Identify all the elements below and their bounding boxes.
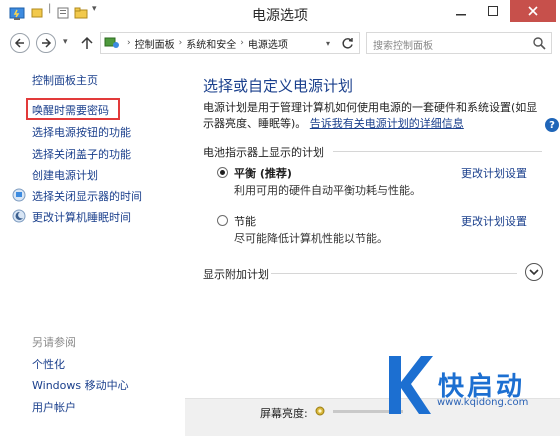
expand-button[interactable]: [525, 263, 543, 281]
control-panel-icon: [104, 37, 119, 48]
plan-power-saver-radio[interactable]: [217, 215, 228, 226]
help-icon[interactable]: ?: [545, 118, 559, 132]
recent-locations-icon[interactable]: ▾: [63, 37, 68, 47]
close-icon: [528, 6, 538, 16]
maximize-icon: [488, 6, 498, 16]
sidebar-item-create-plan[interactable]: 创建电源计划: [32, 167, 98, 183]
breadcrumb-separator-icon: ›: [127, 38, 131, 48]
sidebar-item-lid-close[interactable]: 选择关闭盖子的功能: [32, 146, 131, 162]
plan-balanced-radio[interactable]: [217, 167, 228, 178]
breadcrumb-power-options[interactable]: 电源选项: [248, 36, 288, 51]
chevron-down-icon: [529, 269, 539, 276]
see-also-user-accounts[interactable]: 用户帐户: [32, 399, 76, 415]
maximize-button[interactable]: [478, 0, 508, 22]
plan-power-saver-desc: 尽可能降低计算机性能以节能。: [234, 232, 388, 245]
page-title: 选择或自定义电源计划: [203, 77, 354, 95]
learn-more-link[interactable]: 告诉我有关电源计划的详细信息: [310, 117, 464, 130]
highlight-box: [26, 98, 120, 120]
breadcrumb-separator-icon: ›: [178, 38, 183, 48]
section-divider: [333, 151, 542, 152]
see-also-personalization[interactable]: 个性化: [32, 356, 65, 372]
address-bar[interactable]: › 控制面板 › 系统和安全 › 电源选项: [100, 32, 360, 54]
sidebar-item-display-off[interactable]: 选择关闭显示器的时间: [32, 188, 142, 204]
plan-balanced-name[interactable]: 平衡 (推荐): [234, 165, 292, 181]
plan-power-saver-name[interactable]: 节能: [234, 213, 256, 229]
control-panel-home-link[interactable]: 控制面板主页: [32, 72, 98, 88]
search-icon[interactable]: [532, 36, 546, 50]
see-also-heading: 另请参阅: [32, 336, 76, 349]
breadcrumb-control-panel[interactable]: 控制面板: [135, 36, 175, 51]
navigation-bar: ▾ › 控制面板 › 系统和安全 › 电源选项 ▾ 搜索控制面板: [0, 28, 560, 58]
watermark-url: www.kqidong.com: [437, 397, 529, 408]
forward-button[interactable]: [36, 33, 56, 53]
breadcrumb-separator-icon: ›: [240, 38, 244, 48]
title-bar: | ▾ 电源选项: [0, 0, 560, 28]
watermark-logo-icon: [389, 356, 433, 414]
arrow-left-icon: [14, 38, 24, 48]
window-title: 电源选项: [252, 8, 308, 24]
plan-balanced-desc: 利用可用的硬件自动平衡功耗与性能。: [234, 184, 421, 197]
monitor-icon: [12, 188, 26, 202]
sidebar-item-sleep-time[interactable]: 更改计算机睡眠时间: [32, 209, 131, 225]
sidebar-item-power-button[interactable]: 选择电源按钮的功能: [32, 124, 131, 140]
address-dropdown-icon[interactable]: ▾: [326, 39, 330, 48]
arrow-right-icon: [42, 38, 52, 48]
sun-icon: [315, 406, 325, 416]
brightness-label: 屏幕亮度:: [260, 407, 308, 420]
search-input[interactable]: 搜索控制面板: [366, 32, 552, 54]
plans-section-label: 电池指示器上显示的计划: [203, 146, 324, 159]
plan-balanced-change-link[interactable]: 更改计划设置: [461, 165, 527, 181]
refresh-button[interactable]: [338, 34, 356, 52]
close-button[interactable]: [510, 0, 556, 22]
up-arrow-icon[interactable]: [80, 36, 94, 50]
back-button[interactable]: [10, 33, 30, 53]
additional-divider: [271, 273, 517, 274]
search-placeholder: 搜索控制面板: [373, 41, 433, 52]
minimize-button[interactable]: [446, 0, 476, 22]
refresh-icon: [341, 37, 353, 48]
page-description: 电源计划是用于管理计算机如何使用电源的一套硬件和系统设置(如显示器亮度、睡眠等)…: [203, 100, 543, 132]
see-also-mobility-center[interactable]: Windows 移动中心: [32, 377, 129, 393]
plan-power-saver-change-link[interactable]: 更改计划设置: [461, 213, 527, 229]
minimize-icon: [456, 14, 466, 16]
breadcrumb-system-security[interactable]: 系统和安全: [186, 36, 236, 51]
moon-icon: [12, 209, 26, 223]
show-additional-plans-label[interactable]: 显示附加计划: [203, 266, 269, 282]
